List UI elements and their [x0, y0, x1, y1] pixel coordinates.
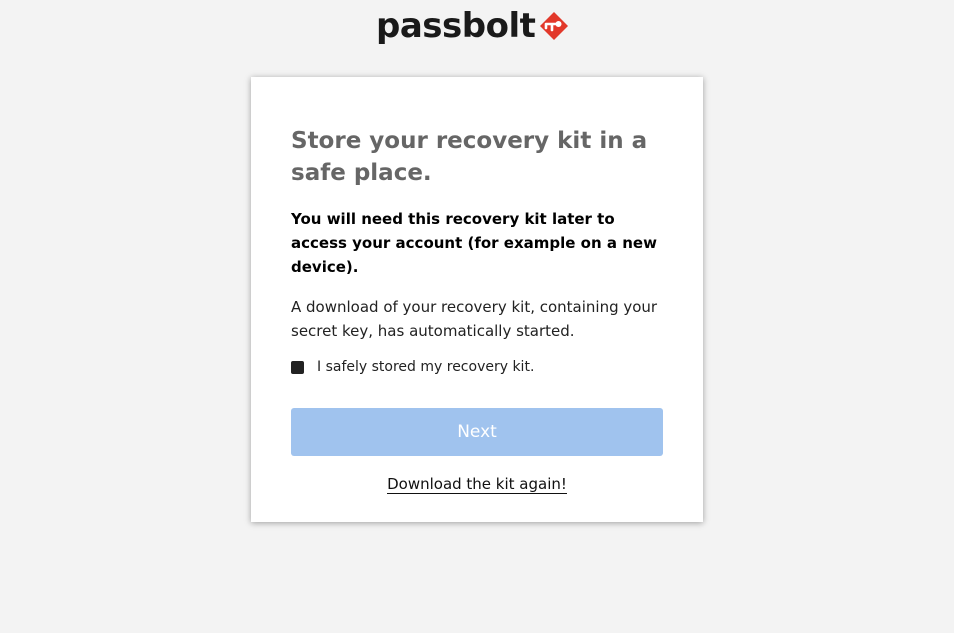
stored-kit-checkbox[interactable]: [291, 360, 304, 374]
download-info-text: A download of your recovery kit, contain…: [291, 298, 658, 340]
page-title: Store your recovery kit in a safe place.: [291, 128, 648, 186]
brand-name: passbolt: [376, 6, 536, 46]
download-again-wrapper: Download the kit again!: [291, 474, 663, 494]
stored-kit-checkbox-row[interactable]: I safely stored my recovery kit.: [291, 357, 663, 377]
download-kit-again-link[interactable]: Download the kit again!: [387, 475, 567, 494]
passbolt-logo: passbolt: [376, 6, 571, 46]
passbolt-key-icon: [540, 12, 569, 40]
stored-kit-checkbox-label[interactable]: I safely stored my recovery kit.: [317, 357, 534, 377]
recovery-kit-warning: You will need this recovery kit later to…: [291, 210, 657, 276]
next-button[interactable]: Next: [291, 408, 663, 456]
recovery-kit-card: Store your recovery kit in a safe place.…: [251, 77, 703, 522]
